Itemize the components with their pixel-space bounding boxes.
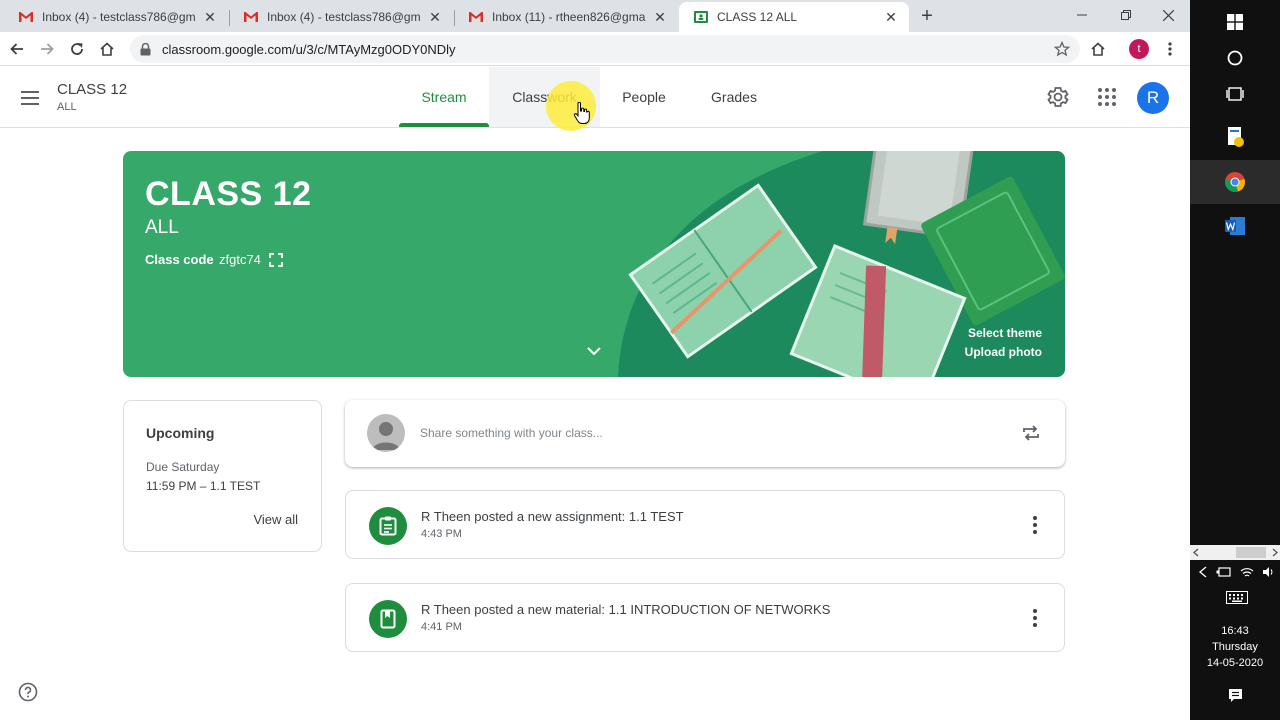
close-tab-icon[interactable]: ✕ [202,9,218,25]
word-icon[interactable] [1190,204,1280,248]
clock-date[interactable]: 14-05-2020 [1190,657,1280,669]
minimize-button[interactable] [1060,0,1104,30]
repost-icon[interactable] [1021,423,1041,443]
home-button[interactable] [94,36,120,62]
tab-people[interactable]: People [600,67,688,127]
post-text: R Theen posted a new material: 1.1 INTRO… [421,602,831,617]
windows-taskbar: 16:43 Thursday 14-05-2020 [1190,0,1280,720]
gmail-icon [18,9,34,25]
banner-class-title: CLASS 12 [145,175,312,213]
apps-grid-icon[interactable] [1096,86,1118,108]
chrome-icon[interactable] [1190,160,1280,204]
tab-title: Inbox (4) - testclass786@gmail.co [42,10,196,24]
stream-post-assignment[interactable]: R Theen posted a new assignment: 1.1 TES… [345,490,1065,559]
close-window-button[interactable] [1146,0,1190,30]
clock-day[interactable]: Thursday [1190,641,1280,653]
upcoming-due-date: Due Saturday [146,460,220,474]
view-all-link[interactable]: View all [253,512,298,527]
browser-toolbar: classroom.google.com/u/3/c/MTAyMzg0ODY0N… [0,32,1190,66]
assignment-icon [369,507,407,545]
browser-tab-1[interactable]: Inbox (4) - testclass786@gmail.co ✕ [4,2,228,32]
tab-title: Inbox (4) - testclass786@gmail.co [267,10,421,24]
forward-button[interactable] [34,36,60,62]
main-menu-icon[interactable] [16,84,44,112]
scroll-right-icon[interactable] [1272,548,1278,557]
hand-cursor-icon [573,101,590,124]
bookmark-star-icon[interactable] [1053,40,1071,60]
gmail-icon [468,9,484,25]
upcoming-title: Upcoming [146,425,215,441]
reload-button[interactable] [64,36,90,62]
share-box[interactable]: Share something with your class... [345,400,1065,467]
tab-title: Inbox (11) - rtheen826@gmail.co [492,10,646,24]
address-bar[interactable]: classroom.google.com/u/3/c/MTAyMzg0ODY0N… [130,35,1080,63]
volume-icon[interactable] [1262,566,1274,578]
browser-window: Inbox (4) - testclass786@gmail.co ✕ Inbo… [0,0,1190,720]
action-center-icon[interactable] [1228,688,1243,703]
taskbar-scrollbar[interactable] [1190,545,1280,560]
gear-icon[interactable] [1046,85,1070,109]
upload-photo-link[interactable]: Upload photo [965,345,1042,359]
classroom-icon [693,9,709,25]
help-icon[interactable] [18,682,38,702]
chevron-down-icon[interactable] [586,346,602,356]
more-vert-icon[interactable] [1032,608,1038,628]
browser-tab-3[interactable]: Inbox (11) - rtheen826@gmail.co ✕ [454,2,678,32]
gmail-icon [243,9,259,25]
tab-title: CLASS 12 ALL [717,10,798,24]
class-code-value: zfgtc74 [219,252,261,267]
person-icon [372,422,400,450]
back-button[interactable] [4,36,30,62]
class-code-label: Class code [145,252,214,267]
post-time: 4:43 PM [421,528,462,540]
browser-tab-4[interactable]: CLASS 12 ALL ✕ [679,2,909,32]
upcoming-item[interactable]: 11:59 PM – 1.1 TEST [146,479,260,493]
new-tab-button[interactable]: + [915,5,939,27]
post-time: 4:41 PM [421,621,462,633]
upcoming-card: Upcoming Due Saturday 11:59 PM – 1.1 TES… [123,400,322,552]
scroll-left-icon[interactable] [1193,548,1199,557]
classroom-header: CLASS 12 ALL Stream Classwork People Gra… [0,67,1190,128]
class-title[interactable]: CLASS 12 [57,81,127,98]
url-text: classroom.google.com/u/3/c/MTAyMzg0ODY0N… [162,41,456,57]
browser-tab-2[interactable]: Inbox (4) - testclass786@gmail.co ✕ [229,2,453,32]
user-avatar[interactable]: R [1137,82,1169,114]
clock-time[interactable]: 16:43 [1190,625,1280,637]
tab-strip: Inbox (4) - testclass786@gmail.co ✕ Inbo… [0,0,1190,32]
lock-icon [140,42,154,56]
restore-button[interactable] [1104,0,1148,30]
more-vert-icon[interactable] [1032,515,1038,535]
class-section: ALL [57,101,77,113]
share-placeholder: Share something with your class... [420,426,603,440]
banner-section: ALL [145,217,179,238]
file-app-icon[interactable] [1190,115,1280,159]
wifi-icon[interactable] [1240,566,1254,578]
material-icon [369,600,407,638]
default-avatar [367,414,405,452]
close-tab-icon[interactable]: ✕ [427,9,443,25]
post-text: R Theen posted a new assignment: 1.1 TES… [421,509,684,524]
close-tab-icon[interactable]: ✕ [883,9,899,25]
stream-post-material[interactable]: R Theen posted a new material: 1.1 INTRO… [345,583,1065,652]
active-tab-indicator [399,123,489,127]
class-banner: CLASS 12 ALL Class code zfgtc74 Select t… [123,151,1065,377]
keyboard-icon[interactable] [1226,591,1248,604]
system-tray [1198,563,1280,581]
close-tab-icon[interactable]: ✕ [652,9,668,25]
tab-stream[interactable]: Stream [399,67,489,127]
chevron-left-icon[interactable] [1198,566,1208,578]
browser-menu-icon[interactable] [1157,36,1183,62]
battery-icon[interactable] [1216,566,1232,578]
select-theme-link[interactable]: Select theme [968,326,1042,340]
scrollbar-thumb[interactable] [1236,547,1266,558]
browser-profile-avatar[interactable]: t [1129,39,1149,59]
tab-grades[interactable]: Grades [688,67,780,127]
extension-home-icon[interactable] [1085,36,1111,62]
task-view-icon[interactable] [1190,72,1280,116]
fullscreen-icon[interactable] [269,253,283,267]
